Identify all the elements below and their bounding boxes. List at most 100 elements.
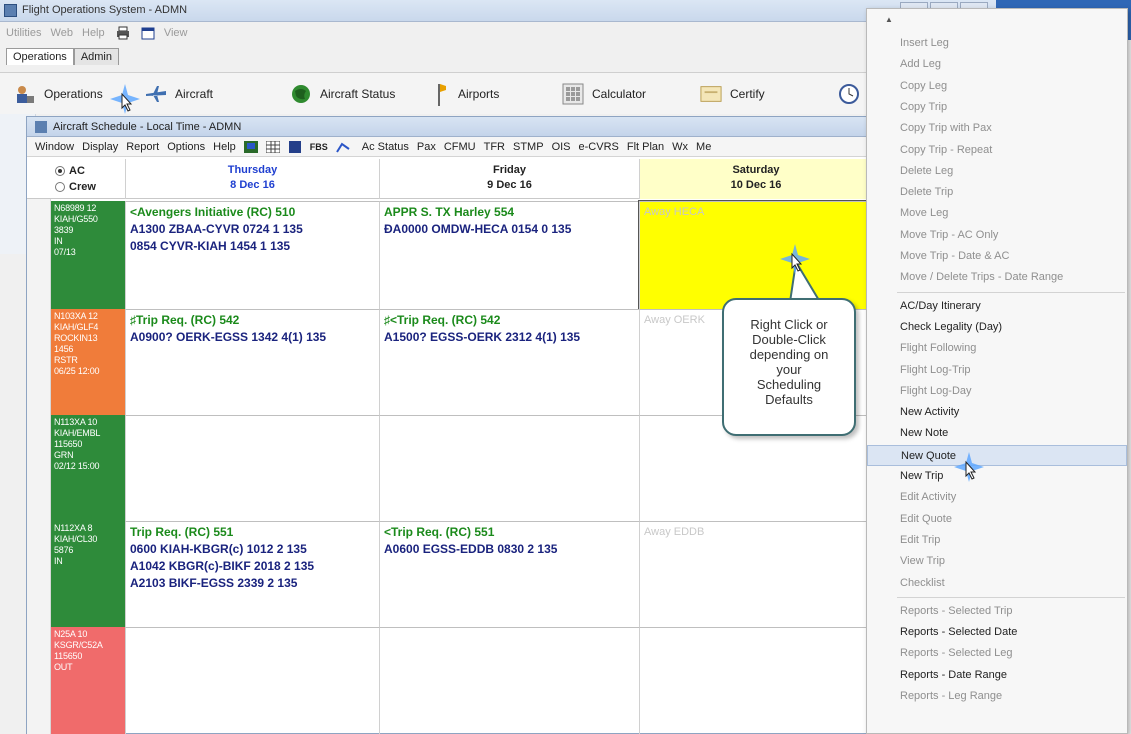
menu-item-reports-selected-date[interactable]: Reports - Selected Date [867, 622, 1127, 643]
schedule-cell-sat[interactable]: Away EDDB [639, 521, 872, 627]
trip-title[interactable]: <Trip Req. (RC) 551 [384, 524, 635, 541]
trip-title[interactable]: <Avengers Initiative (RC) 510 [130, 204, 375, 221]
menu-options[interactable]: Options [167, 141, 205, 153]
menu-item-flight-log-day[interactable]: Flight Log-Day [867, 381, 1127, 402]
trip-leg[interactable]: A0600 EGSS-EDDB 0830 2 135 [384, 541, 635, 558]
aircraft-row-label[interactable]: N68989 12 KIAH/G550 3839 IN 07/13 [51, 201, 125, 309]
menu-item-check-legality-day[interactable]: Check Legality (Day) [867, 317, 1127, 338]
menu-item-new-quote[interactable]: New Quote [867, 444, 1127, 466]
day-header-friday[interactable]: Friday 9 Dec 16 [379, 159, 639, 199]
menu-display[interactable]: Display [82, 141, 118, 153]
menu-fbs[interactable]: FBS [310, 142, 328, 152]
menu-item-new-note[interactable]: New Note [867, 423, 1127, 444]
menu-item-move-trip-date-ac[interactable]: Move Trip - Date & AC [867, 246, 1127, 267]
trip-leg[interactable]: A1300 ZBAA-CYVR 0724 1 135 [130, 221, 375, 238]
menu-web[interactable]: Web [51, 27, 73, 39]
menu-item-flight-following[interactable]: Flight Following [867, 338, 1127, 359]
menu-item-copy-trip[interactable]: Copy Trip [867, 97, 1127, 118]
menu-item-edit-quote[interactable]: Edit Quote [867, 509, 1127, 530]
trip-title[interactable]: APPR S. TX Harley 554 [384, 204, 635, 221]
route-icon[interactable] [335, 141, 350, 153]
trip-leg[interactable]: 0854 CYVR-KIAH 1454 1 135 [130, 238, 375, 255]
map-icon[interactable] [243, 140, 258, 153]
menu-ecvrs[interactable]: e-CVRS [579, 141, 619, 153]
menu-item-copy-trip-repeat[interactable]: Copy Trip - Repeat [867, 140, 1127, 161]
radio-ac[interactable]: AC [55, 165, 85, 177]
radio-crew[interactable]: Crew [55, 181, 96, 193]
menu-item-edit-trip[interactable]: Edit Trip [867, 530, 1127, 551]
menu-item-move-trip-ac-only[interactable]: Move Trip - AC Only [867, 225, 1127, 246]
aircraft-button[interactable]: Aircraft [145, 81, 213, 107]
certify-button[interactable]: Certify [700, 81, 765, 107]
printer-icon[interactable] [116, 26, 130, 40]
menu-item-checklist[interactable]: Checklist [867, 573, 1127, 594]
menu-item-copy-leg[interactable]: Copy Leg [867, 76, 1127, 97]
schedule-cell-fri[interactable]: APPR S. TX Harley 554 ÐA0000 OMDW-HECA 01… [379, 201, 639, 309]
menu-tfr[interactable]: TFR [484, 141, 505, 153]
day-header-saturday[interactable]: Saturday 10 Dec 16 [639, 159, 872, 199]
menu-pax[interactable]: Pax [417, 141, 436, 153]
clock-button[interactable] [838, 81, 868, 107]
trip-leg[interactable]: A0900? OERK-EGSS 1342 4(1) 135 [130, 329, 375, 346]
trip-leg[interactable]: A1042 KBGR(c)-BIKF 2018 2 135 [130, 558, 375, 575]
calendar-icon[interactable] [141, 26, 155, 40]
menu-item-edit-activity[interactable]: Edit Activity [867, 487, 1127, 508]
schedule-cell-thu[interactable] [125, 415, 379, 521]
menu-report[interactable]: Report [126, 141, 159, 153]
menu-item-add-leg[interactable]: Add Leg [867, 54, 1127, 75]
menu-stmp[interactable]: STMP [513, 141, 544, 153]
menu-item-new-trip[interactable]: New Trip [867, 466, 1127, 487]
tab-operations[interactable]: Operations [6, 48, 74, 65]
menu-item-ac-day-itinerary[interactable]: AC/Day Itinerary [867, 296, 1127, 317]
menu-cfmu[interactable]: CFMU [444, 141, 476, 153]
tab-admin[interactable]: Admin [73, 48, 119, 65]
menu-item-move-leg[interactable]: Move Leg [867, 203, 1127, 224]
aircraft-row-label[interactable]: N103XA 12 KIAH/GLF4 ROCKIN13 1456 RSTR 06/25 … [51, 309, 125, 415]
trip-leg[interactable]: 0600 KIAH-KBGR(c) 1012 2 135 [130, 541, 375, 558]
menu-item-copy-trip-with-pax[interactable]: Copy Trip with Pax [867, 118, 1127, 139]
menu-wx[interactable]: Wx [672, 141, 688, 153]
menu-item-insert-leg[interactable]: Insert Leg [867, 33, 1127, 54]
schedule-cell-thu[interactable]: ♯Trip Req. (RC) 542 A0900? OERK-EGSS 1342… [125, 309, 379, 415]
schedule-cell-thu[interactable] [125, 627, 379, 734]
row-scrollbar[interactable] [27, 199, 51, 734]
menu-view[interactable]: View [164, 27, 188, 39]
trip-title[interactable]: Trip Req. (RC) 551 [130, 524, 375, 541]
operations-button[interactable]: Operations [14, 81, 103, 107]
grid-icon[interactable] [265, 140, 280, 153]
schedule-cell-sat[interactable] [639, 627, 872, 734]
schedule-cell-thu[interactable]: <Avengers Initiative (RC) 510 A1300 ZBAA-… [125, 201, 379, 309]
airports-button[interactable]: Airports [428, 81, 499, 107]
aircraft-row-label[interactable]: N113XA 10 KIAH/EMBL 115650 GRN 02/12 15:00 [51, 415, 125, 521]
schedule-cell-thu[interactable]: Trip Req. (RC) 551 0600 KIAH-KBGR(c) 1012… [125, 521, 379, 627]
aircraft-status-button[interactable]: Aircraft Status [290, 81, 395, 107]
menu-ois[interactable]: OIS [552, 141, 571, 153]
book-icon[interactable] [288, 140, 302, 153]
menu-ac-status[interactable]: Ac Status [362, 141, 409, 153]
calculator-button[interactable]: Calculator [562, 81, 646, 107]
menu-item-reports-date-range[interactable]: Reports - Date Range [867, 665, 1127, 686]
menu-help[interactable]: Help [82, 27, 105, 39]
aircraft-row-label[interactable]: N25A 10 KSGR/C52A 115650 OUT [51, 627, 125, 734]
menu-item-flight-log-trip[interactable]: Flight Log-Trip [867, 360, 1127, 381]
menu-item-new-activity[interactable]: New Activity [867, 402, 1127, 423]
menu-item-delete-leg[interactable]: Delete Leg [867, 161, 1127, 182]
schedule-cell-fri[interactable]: ♯<Trip Req. (RC) 542 A1500? EGSS-OERK 231… [379, 309, 639, 415]
menu-item-delete-trip[interactable]: Delete Trip [867, 182, 1127, 203]
menu-item-reports-leg-range[interactable]: Reports - Leg Range [867, 686, 1127, 707]
aircraft-row-label[interactable]: N112XA 8 KIAH/CL30 5876 IN [51, 521, 125, 627]
menu-item-move-delete-trips-date-range[interactable]: Move / Delete Trips - Date Range [867, 267, 1127, 288]
trip-leg[interactable]: A1500? EGSS-OERK 2312 4(1) 135 [384, 329, 635, 346]
menu-help-schedule[interactable]: Help [213, 141, 236, 153]
menu-utilities[interactable]: Utilities [6, 27, 41, 39]
day-header-thursday[interactable]: Thursday 8 Dec 16 [125, 159, 379, 199]
menu-flt-plan[interactable]: Flt Plan [627, 141, 664, 153]
trip-title[interactable]: ♯Trip Req. (RC) 542 [130, 312, 375, 329]
trip-title[interactable]: ♯<Trip Req. (RC) 542 [384, 312, 635, 329]
schedule-cell-fri[interactable] [379, 415, 639, 521]
trip-leg[interactable]: ÐA0000 OMDW-HECA 0154 0 135 [384, 221, 635, 238]
trip-leg[interactable]: A2103 BIKF-EGSS 2339 2 135 [130, 575, 375, 592]
scroll-up-arrow-icon[interactable]: ▲ [885, 15, 893, 24]
schedule-cell-fri[interactable]: <Trip Req. (RC) 551 A0600 EGSS-EDDB 0830 … [379, 521, 639, 627]
menu-window[interactable]: Window [35, 141, 74, 153]
